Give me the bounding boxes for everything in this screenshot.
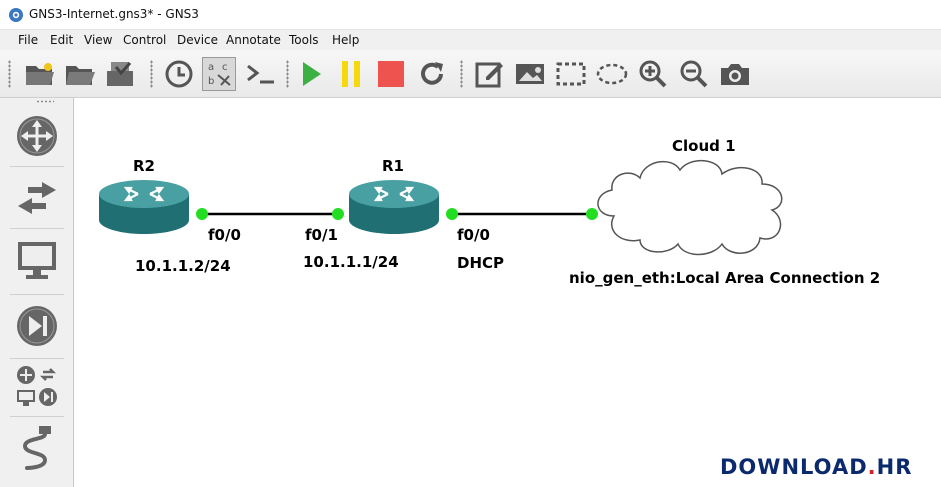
reload-all-button[interactable] bbox=[415, 57, 449, 91]
topology-canvas[interactable]: R2 R1 Cloud 1 f0/0 10.1.1.2/24 f0/1 10.1… bbox=[74, 98, 941, 487]
zoom-in-icon bbox=[639, 60, 667, 88]
draw-rectangle-icon bbox=[556, 62, 586, 86]
toolbar-grip[interactable] bbox=[286, 60, 289, 88]
console-icon bbox=[247, 64, 274, 84]
watermark-separator: . bbox=[867, 455, 877, 479]
svg-text:b: b bbox=[208, 76, 214, 87]
node-label-r1: R1 bbox=[382, 157, 404, 175]
port-status-dot bbox=[196, 208, 208, 220]
stop-all-button[interactable] bbox=[374, 57, 408, 91]
open-project-icon bbox=[66, 66, 95, 85]
stop-icon bbox=[378, 61, 404, 87]
add-link-icon bbox=[22, 426, 51, 470]
sidebar-separator bbox=[10, 294, 64, 295]
browse-switches-button[interactable] bbox=[14, 175, 60, 221]
switches-icon bbox=[18, 182, 56, 214]
sidebar-separator bbox=[10, 416, 64, 417]
svg-text:c: c bbox=[222, 62, 228, 73]
snapshot-icon bbox=[165, 60, 193, 88]
draw-rectangle-button[interactable] bbox=[554, 57, 588, 91]
router-r1[interactable] bbox=[349, 180, 439, 234]
browse-routers-button[interactable] bbox=[14, 113, 60, 159]
browse-end-devices-button[interactable] bbox=[14, 237, 60, 283]
menu-edit[interactable]: Edit bbox=[50, 33, 73, 47]
node-label-r2: R2 bbox=[133, 157, 155, 175]
port-status-dot bbox=[332, 208, 344, 220]
gns3-app-icon bbox=[9, 8, 23, 22]
screenshot-icon bbox=[721, 64, 749, 85]
port-status-dot bbox=[586, 208, 598, 220]
routers-icon bbox=[17, 116, 57, 156]
topology-drawing bbox=[99, 160, 783, 256]
new-project-icon bbox=[26, 63, 54, 85]
open-project-button[interactable] bbox=[63, 57, 97, 91]
show-interface-labels-icon: a c b bbox=[208, 62, 231, 87]
toolbar-grip[interactable] bbox=[8, 60, 11, 88]
menu-view[interactable]: View bbox=[84, 33, 112, 47]
toolbar-grip[interactable] bbox=[460, 60, 463, 88]
menu-device[interactable]: Device bbox=[177, 33, 218, 47]
add-note-icon bbox=[475, 62, 503, 88]
reload-icon bbox=[421, 62, 443, 85]
cloud-interface-label: nio_gen_eth:Local Area Connection 2 bbox=[569, 269, 881, 287]
add-note-button[interactable] bbox=[472, 57, 506, 91]
new-project-button[interactable] bbox=[23, 57, 57, 91]
dhcp-label: DHCP bbox=[457, 254, 505, 272]
end-devices-icon bbox=[18, 242, 56, 279]
sidebar-separator bbox=[10, 358, 64, 359]
port-status-dot bbox=[446, 208, 458, 220]
device-sidebar bbox=[0, 98, 74, 487]
all-devices-icon bbox=[17, 366, 57, 406]
add-link-button[interactable] bbox=[14, 426, 60, 472]
menu-file[interactable]: File bbox=[18, 33, 38, 47]
draw-ellipse-icon bbox=[596, 63, 628, 85]
toolbar-grip[interactable] bbox=[150, 60, 153, 88]
sidebar-separator bbox=[10, 166, 64, 167]
main-toolbar: a c b bbox=[0, 50, 941, 98]
insert-picture-button[interactable] bbox=[513, 57, 547, 91]
screenshot-button[interactable] bbox=[718, 57, 752, 91]
start-all-button[interactable] bbox=[294, 57, 328, 91]
menu-bar: File Edit View Control Device Annotate T… bbox=[0, 30, 941, 50]
watermark-part2: HR bbox=[876, 455, 913, 479]
title-bar: GNS3-Internet.gns3* - GNS3 bbox=[0, 0, 941, 30]
suspend-icon bbox=[342, 61, 360, 87]
window-title: GNS3-Internet.gns3* - GNS3 bbox=[29, 7, 199, 21]
zoom-out-button[interactable] bbox=[677, 57, 711, 91]
draw-ellipse-button[interactable] bbox=[595, 57, 629, 91]
show-interface-labels-button[interactable]: a c b bbox=[202, 57, 236, 91]
menu-tools[interactable]: Tools bbox=[289, 33, 319, 47]
port-label: f0/0 bbox=[208, 226, 241, 244]
port-label: f0/0 bbox=[457, 226, 490, 244]
suspend-all-button[interactable] bbox=[334, 57, 368, 91]
ip-label: 10.1.1.2/24 bbox=[135, 257, 231, 275]
menu-annotate[interactable]: Annotate bbox=[226, 33, 281, 47]
security-devices-icon bbox=[17, 306, 57, 346]
browse-all-devices-button[interactable] bbox=[14, 363, 60, 409]
node-label-cloud: Cloud 1 bbox=[672, 137, 736, 155]
snapshot-button[interactable] bbox=[162, 57, 196, 91]
sidebar-separator bbox=[10, 228, 64, 229]
sidebar-grip[interactable] bbox=[36, 100, 54, 103]
browse-security-devices-button[interactable] bbox=[14, 303, 60, 349]
zoom-out-icon bbox=[680, 60, 708, 88]
ip-label: 10.1.1.1/24 bbox=[303, 253, 399, 271]
router-r2[interactable] bbox=[99, 180, 189, 234]
menu-help[interactable]: Help bbox=[332, 33, 359, 47]
svg-text:a: a bbox=[208, 62, 214, 73]
save-project-icon bbox=[107, 61, 133, 86]
download-hr-watermark: DOWNLOAD.HR bbox=[720, 455, 912, 479]
menu-control[interactable]: Control bbox=[123, 33, 166, 47]
zoom-in-button[interactable] bbox=[636, 57, 670, 91]
save-project-button[interactable] bbox=[103, 57, 137, 91]
console-all-button[interactable] bbox=[244, 57, 278, 91]
insert-picture-icon bbox=[516, 64, 544, 84]
start-icon bbox=[303, 62, 321, 86]
watermark-part1: DOWNLOAD bbox=[720, 455, 868, 479]
port-label: f0/1 bbox=[305, 226, 338, 244]
cloud-node-shape[interactable] bbox=[597, 160, 783, 256]
